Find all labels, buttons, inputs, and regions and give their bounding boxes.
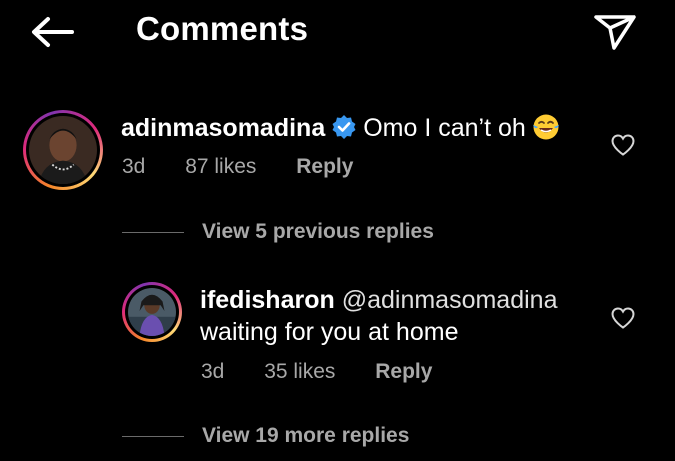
thread-divider	[122, 231, 184, 233]
view-more-replies-button[interactable]: View 19 more replies	[122, 424, 409, 448]
view-previous-replies-button[interactable]: View 5 previous replies	[122, 220, 434, 244]
view-previous-replies-label: View 5 previous replies	[202, 220, 434, 243]
comment-body: Omo I can’t oh	[363, 114, 526, 142]
thread-divider	[122, 435, 184, 437]
page-title: Comments	[136, 10, 309, 47]
tears-of-joy-emoji-icon	[532, 113, 560, 141]
reply-text-line-2: waiting for you at home	[200, 318, 458, 347]
reply-meta: 3d 35 likes Reply	[201, 360, 432, 384]
comment-timestamp: 3d	[122, 155, 146, 178]
reply-timestamp: 3d	[201, 360, 225, 383]
reply-username[interactable]: ifedisharon	[200, 286, 335, 314]
reply-reply-button[interactable]: Reply	[375, 360, 432, 384]
reply-text-line-1: ifedisharon @adinmasomadina	[200, 286, 557, 315]
comment-likes[interactable]: 87 likes	[185, 155, 256, 179]
top-bar: Comments	[0, 0, 675, 64]
reply-likes[interactable]: 35 likes	[264, 360, 335, 384]
arrow-left-icon[interactable]	[28, 12, 76, 52]
comment-meta: 3d 87 likes Reply	[122, 155, 353, 179]
verified-badge-icon	[331, 114, 357, 140]
reply-avatar[interactable]	[122, 282, 182, 342]
heart-icon[interactable]	[610, 133, 636, 157]
reply-button[interactable]: Reply	[296, 155, 353, 179]
reply-heart-icon[interactable]	[610, 306, 636, 330]
reply-mention-link[interactable]: @adinmasomadina	[342, 286, 558, 314]
reply-body: waiting for you at home	[200, 318, 459, 346]
view-more-replies-label: View 19 more replies	[202, 424, 410, 447]
reply-avatar-photo	[128, 288, 176, 336]
paper-plane-icon[interactable]	[592, 12, 638, 52]
avatar-photo	[29, 116, 97, 184]
avatar[interactable]	[23, 110, 103, 190]
comment-text-line: adinmasomadina Omo I can’t oh	[121, 113, 560, 143]
comment-username[interactable]: adinmasomadina	[121, 114, 325, 142]
